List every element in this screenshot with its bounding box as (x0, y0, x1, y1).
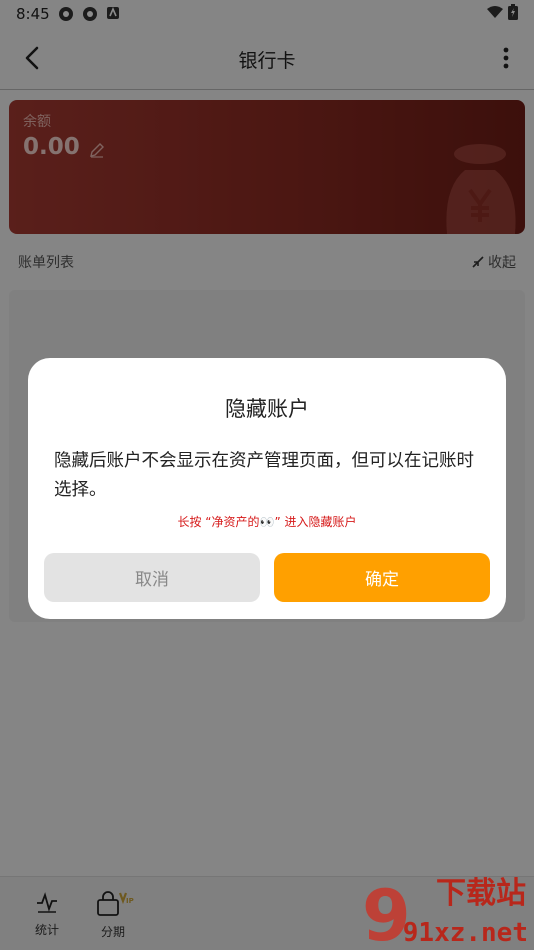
hide-account-dialog: 隐藏账户 隐藏后账户不会显示在资产管理页面，但可以在记账时选择。 长按 “净资产… (28, 358, 506, 619)
watermark-logo: 9 下载站 91xz.net (362, 870, 534, 950)
confirm-button[interactable]: 确定 (274, 553, 490, 602)
watermark-text-bottom: 91xz.net (402, 918, 528, 948)
cancel-button[interactable]: 取消 (44, 553, 260, 602)
dialog-hint: 长按 “净资产的👀” 进入隐藏账户 (177, 515, 357, 529)
dialog-message: 隐藏后账户不会显示在资产管理页面，但可以在记账时选择。 (54, 451, 474, 500)
watermark-text-top: 下载站 (436, 876, 526, 911)
dialog-title: 隐藏账户 (225, 397, 309, 421)
